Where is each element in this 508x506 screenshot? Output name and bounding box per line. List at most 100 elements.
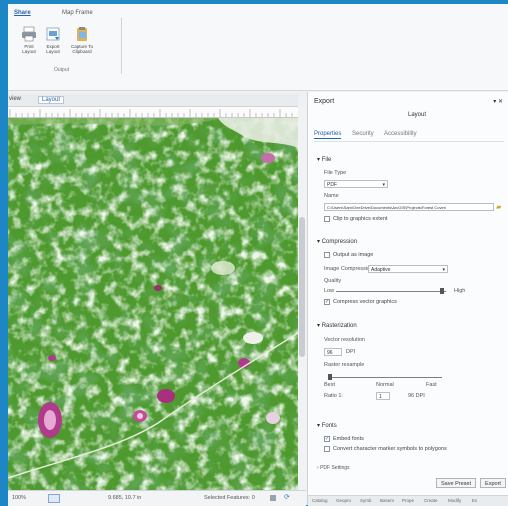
image-compression-label: Image Compression (324, 266, 374, 272)
export-layout-button[interactable]: Export Layout (42, 26, 64, 54)
horizontal-ruler (8, 107, 298, 118)
quality-label: Quality (324, 278, 342, 284)
ratio-dpi-label: 96 DPI (408, 393, 425, 399)
ribbon: Share Map Frame Print Layout Export Layo… (8, 4, 508, 91)
convert-markers-checkbox[interactable] (324, 446, 330, 452)
tab-properties[interactable]: Properties (314, 131, 342, 139)
fast-label: Fast (426, 382, 437, 388)
rasterization-section-header[interactable]: ▾ Rasterization (317, 322, 357, 329)
quality-high-label: High (454, 288, 466, 294)
export-pane: Export ▾ ✕ Layout Properties Security Ac… (307, 92, 508, 506)
tab-view[interactable]: view (9, 96, 21, 102)
ratio-label: Ratio 1: (324, 393, 343, 399)
raster-resample-slider[interactable] (330, 377, 442, 378)
normal-label: Normal (376, 382, 394, 388)
ribbon-tab-map-frame[interactable]: Map Frame (62, 10, 93, 16)
file-section-header[interactable]: ▾ File (317, 156, 331, 163)
compress-vector-checkbox[interactable]: ✓ (324, 299, 330, 305)
file-type-select[interactable]: PDF ▾ (324, 180, 388, 188)
quality-slider[interactable] (336, 291, 446, 292)
layout-map-frame[interactable] (8, 118, 298, 490)
embed-fonts-label: Embed fonts (333, 436, 364, 442)
export-button[interactable]: Export (480, 478, 506, 488)
compression-section-header[interactable]: ▾ Compression (317, 238, 357, 245)
pdf-settings-label: PDF Settings (320, 465, 350, 471)
dock-tab[interactable]: Prope (402, 498, 414, 503)
save-preset-button[interactable]: Save Preset (436, 478, 476, 488)
status-bar: 100% 9.685, 10.7 in Selected Features: 0… (8, 490, 306, 506)
map-vertical-scrollbar[interactable] (298, 107, 306, 490)
tab-accessibility[interactable]: Accessibility (384, 131, 417, 137)
chevron-down-icon: ▾ (442, 267, 445, 273)
clipboard-icon (74, 26, 90, 42)
fit-page-icon[interactable] (48, 494, 60, 503)
capture-clipboard-label: Capture To Clipboard (71, 44, 93, 54)
tab-security[interactable]: Security (352, 131, 374, 137)
clip-graphics-label: Clip to graphics extent (333, 216, 388, 222)
vector-resolution-value: 96 (327, 350, 333, 356)
pause-drawing-icon[interactable] (270, 495, 276, 501)
refresh-icon[interactable]: ⟳ (284, 493, 290, 501)
pdf-settings-header[interactable]: › PDF Settings (317, 465, 350, 471)
raster-resample-label: Raster resample (324, 362, 365, 368)
scrollbar-thumb[interactable] (299, 217, 305, 357)
pane-close-icon[interactable]: ▾ ✕ (493, 98, 503, 105)
file-type-value: PDF (327, 182, 337, 188)
dock-tab[interactable]: Modify (448, 498, 461, 503)
export-icon (45, 26, 61, 42)
clip-graphics-checkbox[interactable] (324, 216, 330, 222)
selected-features-count: Selected Features: 0 (204, 495, 255, 501)
file-section-label: File (321, 157, 332, 163)
dock-tab[interactable]: Ex (472, 498, 477, 503)
output-image-label: Output as image (333, 252, 374, 258)
compress-vector-label: Compress vector graphics (333, 299, 397, 305)
print-layout-button[interactable]: Print Layout (18, 26, 40, 54)
print-layout-label: Print Layout (22, 44, 36, 54)
rasterization-section-label: Rasterization (321, 323, 357, 329)
compression-section-label: Compression (321, 239, 358, 245)
dock-tab[interactable]: Geopro (336, 498, 351, 503)
ribbon-divider (121, 18, 122, 74)
quality-low-label: Low (324, 288, 335, 294)
chevron-down-icon: ▾ (382, 182, 385, 188)
dock-tab[interactable]: Catalog (312, 498, 328, 503)
zoom-level[interactable]: 100% (12, 495, 26, 501)
quality-slider-knob[interactable] (440, 288, 444, 294)
image-compression-value: Adaptive (371, 267, 391, 273)
export-layout-label: Export Layout (46, 44, 60, 54)
ratio-value: 1 (379, 394, 382, 400)
dock-tab[interactable]: Create (424, 498, 438, 503)
best-label: Best (324, 382, 336, 388)
arcgis-window: Share Map Frame Print Layout Export Layo… (8, 4, 508, 506)
dpi-label: DPI (346, 349, 356, 355)
coordinate-readout: 9.685, 10.7 in (108, 495, 142, 501)
forest-cover-raster (8, 118, 298, 490)
pane-subtitle: Layout (408, 112, 427, 118)
embed-fonts-checkbox[interactable]: ✓ (324, 436, 330, 442)
dock-tab[interactable]: Symb (360, 498, 372, 503)
export-tabs: Properties Security Accessibility (314, 130, 504, 142)
image-compression-select[interactable]: Adaptive ▾ (368, 265, 448, 273)
printer-icon (21, 26, 37, 42)
file-type-label: File Type (324, 170, 347, 176)
dock-tab[interactable]: Basem (380, 498, 394, 503)
browse-folder-icon[interactable]: ▰ (496, 203, 501, 211)
convert-markers-label: Convert character marker symbols to poly… (333, 446, 447, 452)
output-group-label: Output (54, 67, 70, 73)
file-name-input[interactable]: C:\Users\Sam\OneDrive\Documents\ArcGIS\P… (324, 203, 494, 211)
file-name-value: C:\Users\Sam\OneDrive\Documents\ArcGIS\P… (327, 205, 447, 210)
raster-resample-knob[interactable] (328, 374, 332, 380)
name-label: Name (324, 193, 339, 199)
ratio-input[interactable]: 1 (376, 392, 390, 400)
capture-clipboard-button[interactable]: Capture To Clipboard (68, 26, 96, 54)
vector-resolution-input[interactable]: 96 (324, 348, 342, 356)
fonts-section-label: Fonts (321, 423, 337, 429)
tab-layout[interactable]: Layout (38, 96, 65, 104)
ribbon-tab-share[interactable]: Share (14, 10, 31, 16)
fonts-section-header[interactable]: ▾ Fonts (317, 422, 337, 429)
pane-title: Export (314, 98, 335, 105)
vector-resolution-label: Vector resolution (324, 337, 365, 343)
output-image-checkbox[interactable] (324, 252, 330, 258)
view-tab-bar: view Layout (8, 94, 298, 107)
dock-tabs: Catalog Geopro Symb Basem Prope Create M… (308, 495, 508, 506)
